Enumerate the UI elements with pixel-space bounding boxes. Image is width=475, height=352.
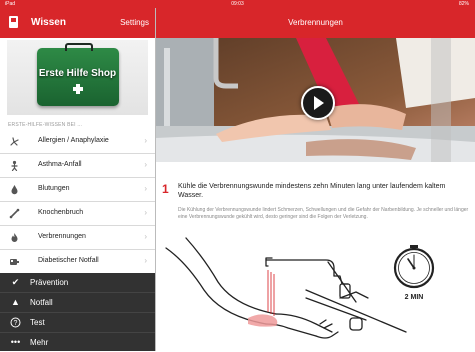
nav-item-label: Test [30, 318, 45, 327]
nav-item-notfall[interactable]: ▲ Notfall [0, 293, 155, 313]
timer-label: 2 MIN [404, 294, 424, 301]
sidebar-item-asthma[interactable]: Asthma-Anfall › [0, 154, 155, 178]
play-button[interactable] [301, 86, 335, 120]
shop-label: Erste Hilfe Shop [38, 68, 117, 79]
nav-item-praevention[interactable]: ✔ Prävention [0, 273, 155, 293]
nav-item-test[interactable]: ? Test [0, 313, 155, 333]
sidebar-title: Wissen [31, 17, 66, 28]
checkmark-icon: ✔ [11, 277, 20, 287]
sidebar-item-verbrennungen[interactable]: Verbrennungen › [0, 226, 155, 250]
sidebar-item-knochenbruch[interactable]: Knochenbruch › [0, 202, 155, 226]
more-dots-icon: ••• [10, 337, 21, 347]
chevron-right-icon: › [144, 208, 147, 217]
clock: 09:03 [231, 1, 244, 7]
step-instruction: Kühle die Verbrennungswunde mindestens z… [178, 183, 446, 199]
page-title: Verbrennungen [288, 18, 343, 27]
bleeding-icon [9, 184, 20, 195]
main-content: Verbrennungen 1 Kühle die Verbrennungswu… [156, 0, 475, 351]
sidebar-item-label: Verbrennungen [38, 233, 86, 240]
bone-fracture-icon [9, 208, 20, 219]
sidebar-item-label: Diabetischer Notfall [38, 257, 99, 264]
nav-item-label: Mehr [30, 338, 49, 347]
asthma-icon [9, 160, 20, 172]
settings-button[interactable]: Settings [120, 17, 149, 29]
video-player[interactable] [156, 38, 475, 162]
question-icon: ? [10, 317, 21, 328]
sidebar-item-label: Knochenbruch [38, 209, 84, 216]
chevron-right-icon: › [144, 160, 147, 169]
step-number: 1 [162, 182, 169, 196]
first-aid-shop-banner[interactable]: Erste Hilfe Shop [7, 40, 148, 115]
cooling-illustration [165, 237, 435, 339]
nav-item-label: Notfall [30, 298, 53, 307]
sidebar-item-label: Asthma-Anfall [38, 161, 82, 168]
timer-clock-icon [393, 245, 435, 289]
topic-list: Allergien / Anaphylaxie › Asthma-Anfall … [0, 130, 155, 274]
diabetes-icon [9, 256, 20, 267]
kit-handle [65, 43, 93, 51]
chevron-right-icon: › [144, 256, 147, 265]
main-header: Verbrennungen [156, 8, 475, 38]
chevron-right-icon: › [144, 184, 147, 193]
burn-flame-icon [9, 232, 20, 243]
sidebar-item-label: Blutungen [38, 185, 70, 192]
step-explanation: Die Kühlung der Verbrennungswunde linder… [178, 207, 469, 220]
warning-icon: ▲ [11, 297, 20, 307]
sidebar-item-diabetes[interactable]: Diabetischer Notfall › [0, 250, 155, 274]
section-header: ERSTE-HILFE-WISSEN BEI ... [8, 122, 83, 128]
status-bar: iPad 09:03 82% [0, 0, 475, 8]
svg-text:?: ? [14, 320, 18, 327]
allergy-icon [9, 136, 20, 147]
app-logo-icon [9, 16, 18, 28]
nav-item-label: Prävention [30, 278, 69, 287]
first-aid-cross-icon [73, 84, 83, 94]
sidebar-item-blutungen[interactable]: Blutungen › [0, 178, 155, 202]
sidebar-header: Wissen Settings [0, 8, 155, 38]
bottom-nav: ✔ Prävention ▲ Notfall ? Test ••• Mehr [0, 273, 155, 351]
sidebar-item-label: Allergien / Anaphylaxie [38, 137, 109, 144]
sidebar: Wissen Settings Erste Hilfe Shop ERSTE-H… [0, 0, 156, 351]
sidebar-item-allergien[interactable]: Allergien / Anaphylaxie › [0, 130, 155, 154]
chevron-right-icon: › [144, 232, 147, 241]
battery-level: 82% [458, 1, 469, 7]
chevron-right-icon: › [144, 136, 147, 145]
nav-item-mehr[interactable]: ••• Mehr [0, 333, 155, 352]
